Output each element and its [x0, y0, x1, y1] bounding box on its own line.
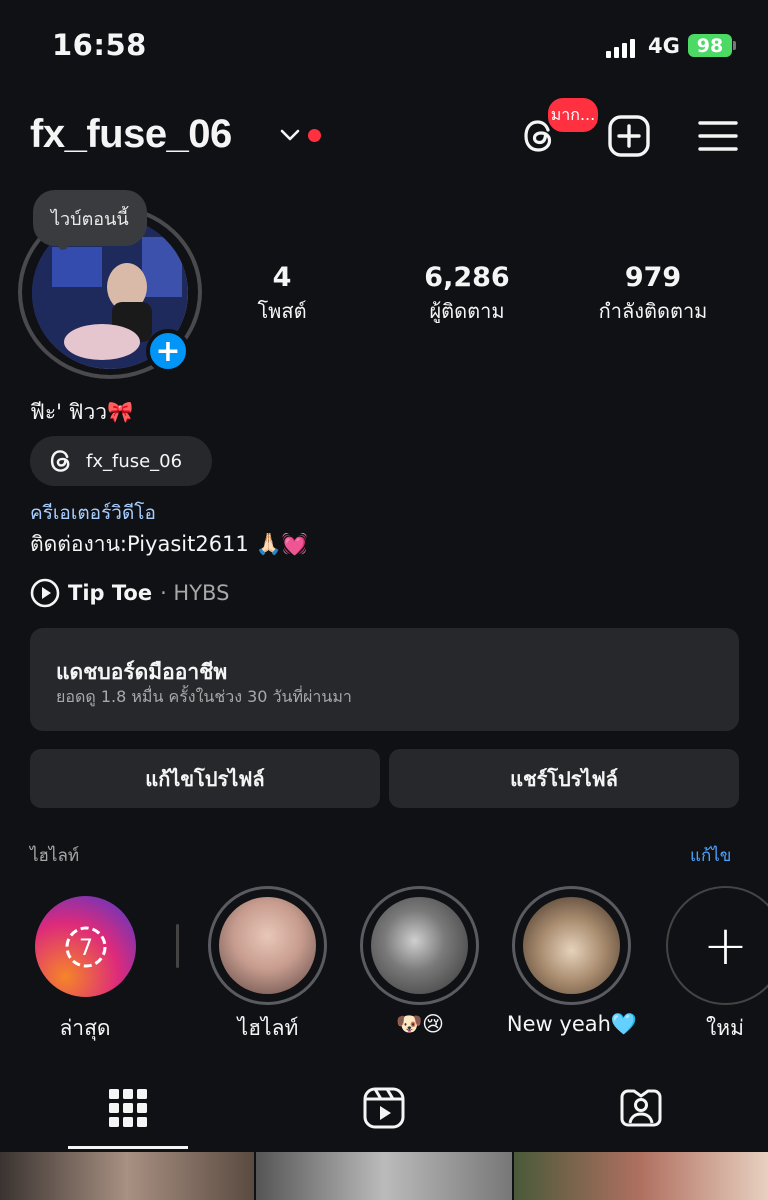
- battery-level: 98: [688, 34, 732, 57]
- stat-label: โพสต์: [257, 299, 307, 323]
- highlight-item[interactable]: [208, 886, 327, 1005]
- add-story-button[interactable]: +: [146, 329, 190, 373]
- highlight-item[interactable]: [360, 886, 479, 1005]
- share-profile-button[interactable]: แชร์โปรไฟล์: [389, 749, 739, 808]
- profile-category: ครีเอเตอร์วิดีโอ: [30, 502, 156, 524]
- highlight-cover: [523, 897, 620, 994]
- highlights-separator: [176, 924, 179, 968]
- highlight-cover: [219, 897, 316, 994]
- threads-handle: fx_fuse_06: [86, 450, 183, 472]
- hamburger-menu-icon[interactable]: [694, 112, 742, 160]
- stat-value: 979: [624, 262, 682, 293]
- active-tab-indicator: [68, 1146, 188, 1149]
- latest-count-icon: 7: [65, 926, 106, 967]
- post-thumbnail[interactable]: [256, 1152, 512, 1200]
- highlight-cover: [371, 897, 468, 994]
- threads-badge: มาก...: [546, 96, 600, 134]
- highlight-item[interactable]: [512, 886, 631, 1005]
- highlights-title: ไฮไลท์: [30, 846, 80, 866]
- notification-dot: [308, 129, 321, 142]
- dashboard-subtitle: ยอดดู 1.8 หมื่น ครั้งในช่วง 30 วันที่ผ่า…: [56, 687, 352, 706]
- threads-icon: [50, 450, 70, 472]
- chevron-down-icon[interactable]: [280, 128, 300, 142]
- highlight-latest[interactable]: 7: [35, 896, 136, 997]
- note-tail: [58, 240, 68, 250]
- grid-icon[interactable]: [104, 1084, 152, 1132]
- stat-label: ผู้ติดตาม: [429, 299, 505, 323]
- music-title: Tip Toe: [68, 581, 153, 605]
- highlight-label: New yeah🩵: [506, 1012, 638, 1036]
- reels-icon[interactable]: [360, 1084, 408, 1132]
- music-artist: · HYBS: [160, 581, 230, 605]
- latest-count: 7: [79, 936, 93, 961]
- tagged-person-icon[interactable]: [617, 1084, 665, 1132]
- display-name: ฟีะ' ฟิวว🎀: [30, 400, 134, 424]
- edit-profile-button[interactable]: แก้ไขโปรไฟล์: [30, 749, 380, 808]
- stat-label: กำลังติดตาม: [598, 299, 708, 323]
- signal-icon: [606, 36, 635, 58]
- highlights-edit-link[interactable]: แก้ไข: [690, 842, 731, 869]
- status-time: 16:58: [52, 28, 147, 62]
- profile-music[interactable]: Tip Toe · HYBS: [30, 578, 229, 608]
- highlight-label: ล่าสุด: [59, 1016, 111, 1040]
- stat-posts[interactable]: 4 โพสต์: [192, 262, 372, 327]
- stat-followers[interactable]: 6,286 ผู้ติดตาม: [377, 262, 557, 327]
- post-thumbnail[interactable]: [0, 1152, 254, 1200]
- stat-value: 6,286: [424, 262, 510, 293]
- highlight-label: ไฮไลท์: [237, 1016, 299, 1040]
- profile-username[interactable]: fx_fuse_06: [30, 112, 232, 157]
- new-highlight-button[interactable]: +: [666, 886, 768, 1005]
- stat-value: 4: [272, 262, 292, 293]
- highlight-label: ใหม่: [706, 1016, 744, 1040]
- battery-icon: [733, 41, 736, 50]
- network-type: 4G: [648, 34, 680, 58]
- post-thumbnail[interactable]: [514, 1152, 768, 1200]
- bio-contact: ติดต่องาน:Piyasit2611 🙏🏻💓: [30, 532, 308, 556]
- threads-profile-link[interactable]: fx_fuse_06: [30, 436, 212, 486]
- highlight-label: 🐶😢: [395, 1012, 445, 1036]
- plus-square-icon[interactable]: [605, 112, 653, 160]
- play-circle-icon: [30, 578, 60, 608]
- profile-note[interactable]: ไวบ์ตอนนี้: [33, 190, 147, 246]
- stat-following[interactable]: 979 กำลังติดตาม: [563, 262, 743, 327]
